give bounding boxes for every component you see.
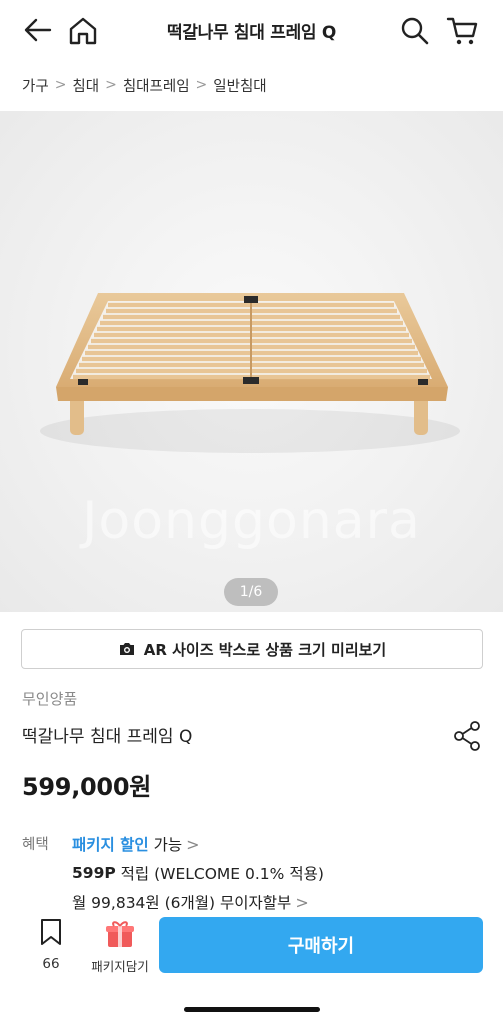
top-app-bar: 떡갈나무 침대 프레임 Q xyxy=(0,0,503,62)
benefits-label: 혜택 xyxy=(22,837,49,853)
package-add-button[interactable]: 패키지담기 xyxy=(88,918,152,974)
points-amount: 599P xyxy=(72,864,116,882)
product-price: 599,000원 xyxy=(22,773,151,801)
installment-row[interactable]: 월 99,834원 (6개월) 무이자할부 > xyxy=(72,891,309,913)
bookmark-icon xyxy=(41,919,61,945)
breadcrumb: 가구 > 침대 > 침대프레임 > 일반침대 xyxy=(22,72,267,98)
breadcrumb-item[interactable]: 침대 xyxy=(72,75,99,96)
package-discount-highlight: 패키지 할인 xyxy=(72,836,149,854)
breadcrumb-item[interactable]: 침대프레임 xyxy=(123,75,190,96)
image-counter: 1/6 xyxy=(224,578,278,606)
installment-text: 월 99,834원 (6개월) 무이자할부 xyxy=(72,894,292,912)
chevron-right-icon: > xyxy=(186,834,200,854)
package-discount-suffix: 가능 xyxy=(153,836,183,854)
gift-box-icon xyxy=(106,921,134,947)
chevron-right-icon: > xyxy=(105,77,117,93)
bookmark-count: 66 xyxy=(42,956,60,972)
chevron-right-icon: > xyxy=(295,892,309,912)
package-add-label: 패키지담기 xyxy=(91,959,149,974)
buy-button[interactable]: 구매하기 xyxy=(159,917,483,973)
camera-icon xyxy=(119,643,134,655)
product-image-gallery[interactable]: Joonggonara 1/6 xyxy=(0,111,503,612)
bookmark-button[interactable]: 66 xyxy=(28,918,74,974)
points-row: 599P 적립 (WELCOME 0.1% 적용) xyxy=(72,862,324,884)
cart-icon[interactable] xyxy=(445,14,479,48)
breadcrumb-item[interactable]: 일반침대 xyxy=(213,75,266,96)
breadcrumb-item[interactable]: 가구 xyxy=(22,75,49,96)
brand-name[interactable]: 무인양품 xyxy=(22,688,77,709)
chevron-right-icon: > xyxy=(195,77,208,93)
points-text: 적립 (WELCOME 0.1% 적용) xyxy=(120,865,324,883)
search-icon[interactable] xyxy=(399,15,431,47)
product-name: 떡갈나무 침대 프레임 Q xyxy=(22,727,193,747)
ar-preview-label: AR 사이즈 박스로 상품 크기 미리보기 xyxy=(143,640,387,659)
home-indicator xyxy=(184,1007,320,1012)
share-icon[interactable] xyxy=(452,720,482,752)
chevron-right-icon: > xyxy=(54,77,67,93)
ar-preview-button[interactable]: AR 사이즈 박스로 상품 크기 미리보기 xyxy=(21,629,483,669)
package-discount-row[interactable]: 패키지 할인 가능 > xyxy=(72,833,200,855)
watermark: Joonggonara xyxy=(82,491,421,551)
